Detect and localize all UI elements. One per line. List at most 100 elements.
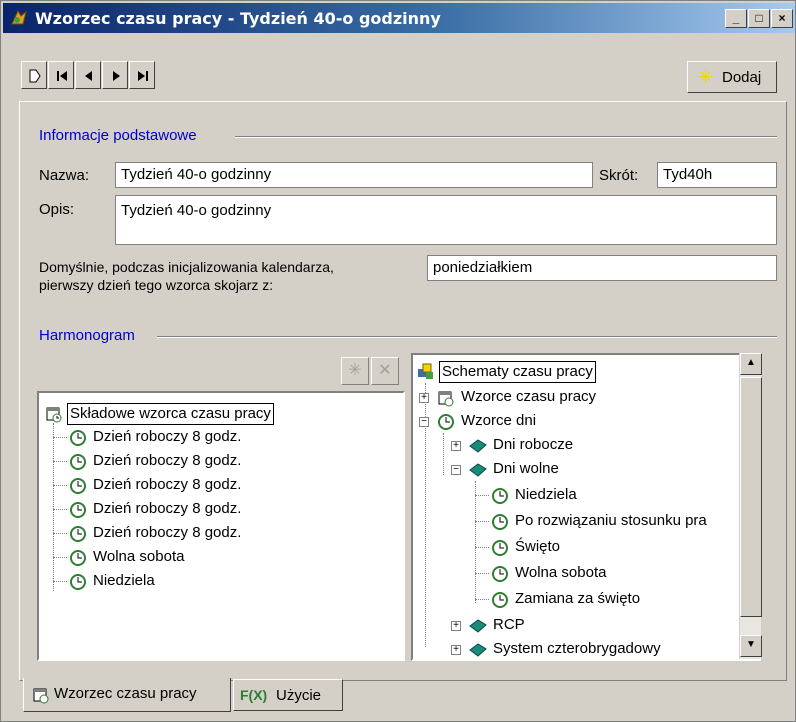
tree-item-label: Wolna sobota xyxy=(515,564,607,581)
components-tree[interactable]: Składowe wzorca czasu pracy Dzień robocz… xyxy=(37,391,405,661)
tree-item-label: Wolna sobota xyxy=(93,548,185,565)
book-icon xyxy=(469,643,487,657)
tree-item-label: Dzień roboczy 8 godz. xyxy=(93,476,242,493)
scroll-thumb[interactable] xyxy=(740,377,762,617)
schemas-icon xyxy=(418,363,433,379)
maximize-icon: □ xyxy=(755,11,763,25)
window: Wzorzec czasu pracy - Tydzień 40-o godzi… xyxy=(0,0,796,722)
tree-line xyxy=(475,573,489,574)
default-day-input[interactable]: poniedziałkiem xyxy=(427,255,777,281)
default-day-label-line2: pierwszy dzień tego wzorca skojarz z: xyxy=(39,277,274,293)
tree-line xyxy=(53,461,67,462)
calendar-icon xyxy=(46,407,62,423)
tree-line xyxy=(475,599,489,600)
tree-item-label: Niedziela xyxy=(515,486,577,503)
clock-icon xyxy=(492,514,508,530)
last-record-icon xyxy=(138,71,148,81)
tree-node-label: Wzorce czasu pracy xyxy=(461,388,597,405)
clock-icon xyxy=(70,430,86,446)
clear-button[interactable]: ✳ xyxy=(341,357,369,385)
clock-icon xyxy=(70,454,86,470)
first-record-button[interactable] xyxy=(48,61,74,89)
expand-icon[interactable]: + xyxy=(451,621,461,631)
expand-icon[interactable]: + xyxy=(451,441,461,451)
scroll-down-button[interactable]: ▼ xyxy=(740,635,762,657)
maximize-button[interactable]: □ xyxy=(748,9,770,28)
tree-line xyxy=(475,547,489,548)
schemas-tree[interactable]: Schematy czasu pracy + Wzorce czasu prac… xyxy=(411,353,761,661)
tree-scrollbar[interactable]: ▲ ▼ xyxy=(739,353,762,659)
default-day-label-line1: Domyślnie, podczas inicjalizowania kalen… xyxy=(39,259,334,275)
tree-node-label: System czterobrygadowy xyxy=(493,640,661,657)
asterisk-icon: ✳ xyxy=(348,362,362,379)
tab-label: Wzorzec czasu pracy xyxy=(54,685,197,702)
tree-line xyxy=(53,509,67,510)
new-record-button[interactable] xyxy=(21,61,47,89)
tree-node-label: Dni wolne xyxy=(493,460,559,477)
tree-line xyxy=(53,533,67,534)
tree-line xyxy=(475,481,476,603)
tree-node-label: Dni robocze xyxy=(493,436,574,453)
add-icon: ✳ xyxy=(698,67,714,87)
calendar-icon xyxy=(438,391,454,407)
arrow-up-icon: ▲ xyxy=(746,357,756,368)
tree-line xyxy=(443,433,444,475)
tree-item-label: Niedziela xyxy=(93,572,155,589)
short-input[interactable]: Tyd40h xyxy=(657,162,777,188)
tree-root-label: Składowe wzorca czasu pracy xyxy=(67,403,274,425)
book-icon xyxy=(469,463,487,477)
collapse-icon[interactable]: − xyxy=(419,417,429,427)
add-button-label: Dodaj xyxy=(722,69,762,86)
section-divider xyxy=(157,336,777,338)
clock-icon xyxy=(70,502,86,518)
section-basic-info: Informacje podstawowe xyxy=(39,127,197,144)
tree-line xyxy=(53,437,67,438)
collapse-icon[interactable]: − xyxy=(451,465,461,475)
name-input[interactable]: Tydzień 40-o godzinny xyxy=(115,162,593,188)
tree-item-label: Dzień roboczy 8 godz. xyxy=(93,428,242,445)
tree-node-label: Wzorce dni xyxy=(461,412,537,429)
close-button[interactable]: × xyxy=(771,9,793,28)
book-icon xyxy=(469,619,487,633)
scroll-up-button[interactable]: ▲ xyxy=(740,353,762,375)
previous-record-icon xyxy=(85,71,92,81)
next-record-button[interactable] xyxy=(102,61,128,89)
arrow-down-icon: ▼ xyxy=(746,639,756,650)
clock-icon xyxy=(492,566,508,582)
new-record-icon xyxy=(29,69,41,83)
tree-line xyxy=(53,423,54,591)
tree-line xyxy=(53,581,67,582)
delete-button[interactable]: ✕ xyxy=(371,357,399,385)
tree-item-label: Dzień roboczy 8 godz. xyxy=(93,452,242,469)
section-divider xyxy=(235,136,777,138)
clock-icon xyxy=(492,592,508,608)
last-record-button[interactable] xyxy=(129,61,155,89)
add-button[interactable]: ✳ Dodaj xyxy=(687,61,777,93)
calendar-icon xyxy=(33,688,49,704)
description-input[interactable]: Tydzień 40-o godzinny xyxy=(115,195,777,245)
clock-icon xyxy=(492,540,508,556)
tab-label: Użycie xyxy=(276,687,322,704)
title-bar[interactable]: Wzorzec czasu pracy - Tydzień 40-o godzi… xyxy=(3,3,795,33)
previous-record-button[interactable] xyxy=(75,61,101,89)
clock-icon xyxy=(70,574,86,590)
minimize-icon: _ xyxy=(732,11,740,25)
tab-template[interactable]: Wzorzec czasu pracy xyxy=(23,678,231,712)
clock-icon xyxy=(492,488,508,504)
short-label: Skrót: xyxy=(599,167,639,184)
section-schedule: Harmonogram xyxy=(39,327,135,344)
tree-item-label: Święto xyxy=(515,538,561,555)
clock-icon xyxy=(438,414,454,430)
expand-icon[interactable]: + xyxy=(451,645,461,655)
tree-root-label: Schematy czasu pracy xyxy=(439,361,596,383)
tab-usage[interactable]: F(X) Użycie xyxy=(233,679,343,711)
name-label: Nazwa: xyxy=(39,167,90,184)
first-record-icon xyxy=(57,71,67,81)
clock-icon xyxy=(70,478,86,494)
clock-icon xyxy=(70,526,86,542)
description-label: Opis: xyxy=(39,201,75,218)
expand-icon[interactable]: + xyxy=(419,393,429,403)
app-icon xyxy=(11,9,27,25)
minimize-button[interactable]: _ xyxy=(725,9,747,28)
tree-line xyxy=(53,485,67,486)
